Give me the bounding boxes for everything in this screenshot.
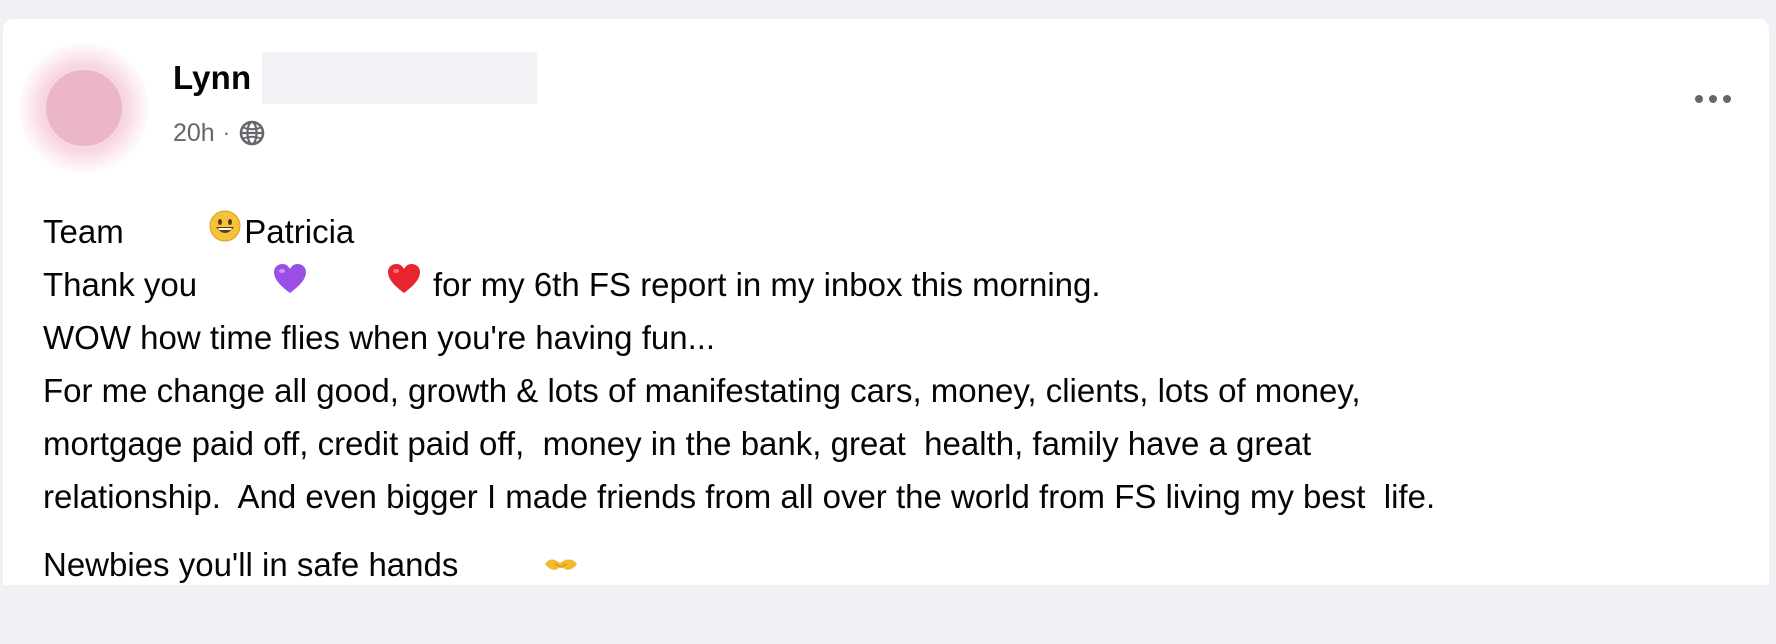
post-text-segment: Thank you: [43, 266, 198, 303]
post-text-segment: for my 6th FS report in my inbox this mo…: [423, 266, 1101, 303]
handshake-emoji: [470, 485, 579, 644]
post-text-segment: Team: [43, 213, 133, 250]
avatar[interactable]: [46, 70, 122, 146]
post-timestamp[interactable]: 20h: [173, 119, 215, 148]
post-meta: 20h ·: [173, 115, 266, 151]
more-options-icon[interactable]: [1683, 79, 1743, 119]
post-line-5: mortgage paid off, credit paid off, mone…: [43, 425, 1312, 462]
meta-separator: ·: [222, 120, 231, 145]
author-name[interactable]: Lynn: [173, 59, 251, 97]
redacted-surname-block: [262, 52, 537, 104]
post-line-6: relationship. And even bigger I made fri…: [43, 478, 1436, 515]
author-avatar[interactable]: [19, 43, 149, 173]
post-text-segment: Newbies you'll in safe hands: [43, 546, 468, 583]
post-card: Lynn 20h · Team Patricia Thank you for m…: [3, 19, 1769, 585]
post-line-7: Newbies you'll in safe hands: [43, 538, 1435, 591]
globe-icon[interactable]: [238, 119, 266, 147]
post-line-2: Thank you for my 6th FS report in my inb…: [43, 258, 1435, 311]
post-line-4: For me change all good, growth & lots of…: [43, 372, 1361, 409]
post-body: Team Patricia Thank you for my 6th FS re…: [43, 205, 1435, 591]
post-line-3: WOW how time flies when you're having fu…: [43, 319, 716, 356]
